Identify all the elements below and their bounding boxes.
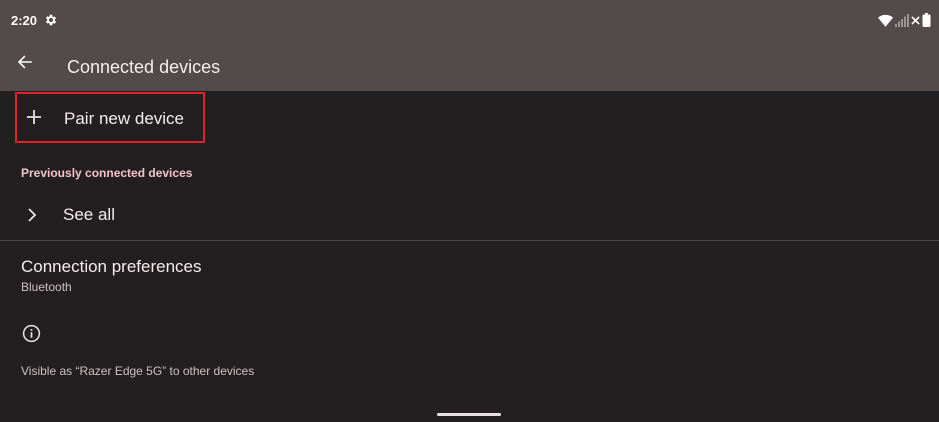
see-all-button[interactable]: See all xyxy=(0,192,939,238)
gear-icon xyxy=(44,13,58,27)
back-button[interactable] xyxy=(10,51,40,77)
connected-devices-screen: 2:20 Connected devices Pair new device P… xyxy=(0,0,939,422)
page-title: Connected devices xyxy=(67,57,221,77)
info-icon xyxy=(22,324,41,343)
pair-new-device-label: Pair new device xyxy=(64,109,185,128)
arrow-back-icon xyxy=(17,54,33,75)
chevron-right-icon xyxy=(25,207,39,223)
status-icons xyxy=(878,12,931,28)
wifi-icon xyxy=(878,14,893,27)
status-bar: 2:20 xyxy=(0,0,939,42)
connection-preferences-item[interactable]: Connection preferences Bluetooth xyxy=(0,248,939,300)
battery-icon xyxy=(922,13,931,27)
top-app-bar: 2:20 Connected devices xyxy=(0,0,939,91)
visible-as-text: Visible as “Razer Edge 5G” to other devi… xyxy=(21,364,255,378)
connection-preferences-summary: Bluetooth xyxy=(21,280,72,294)
no-signal-x-icon xyxy=(911,15,920,25)
title-row: Connected devices xyxy=(0,42,939,91)
signal-icon xyxy=(895,13,909,27)
see-all-label: See all xyxy=(63,205,115,224)
previously-connected-header: Previously connected devices xyxy=(21,166,193,180)
status-time: 2:20 xyxy=(11,13,38,28)
pair-new-device-button[interactable]: Pair new device xyxy=(15,92,205,143)
divider xyxy=(0,240,939,241)
connection-preferences-title: Connection preferences xyxy=(21,257,202,276)
plus-icon xyxy=(25,108,43,126)
navigation-handle[interactable] xyxy=(437,413,501,416)
